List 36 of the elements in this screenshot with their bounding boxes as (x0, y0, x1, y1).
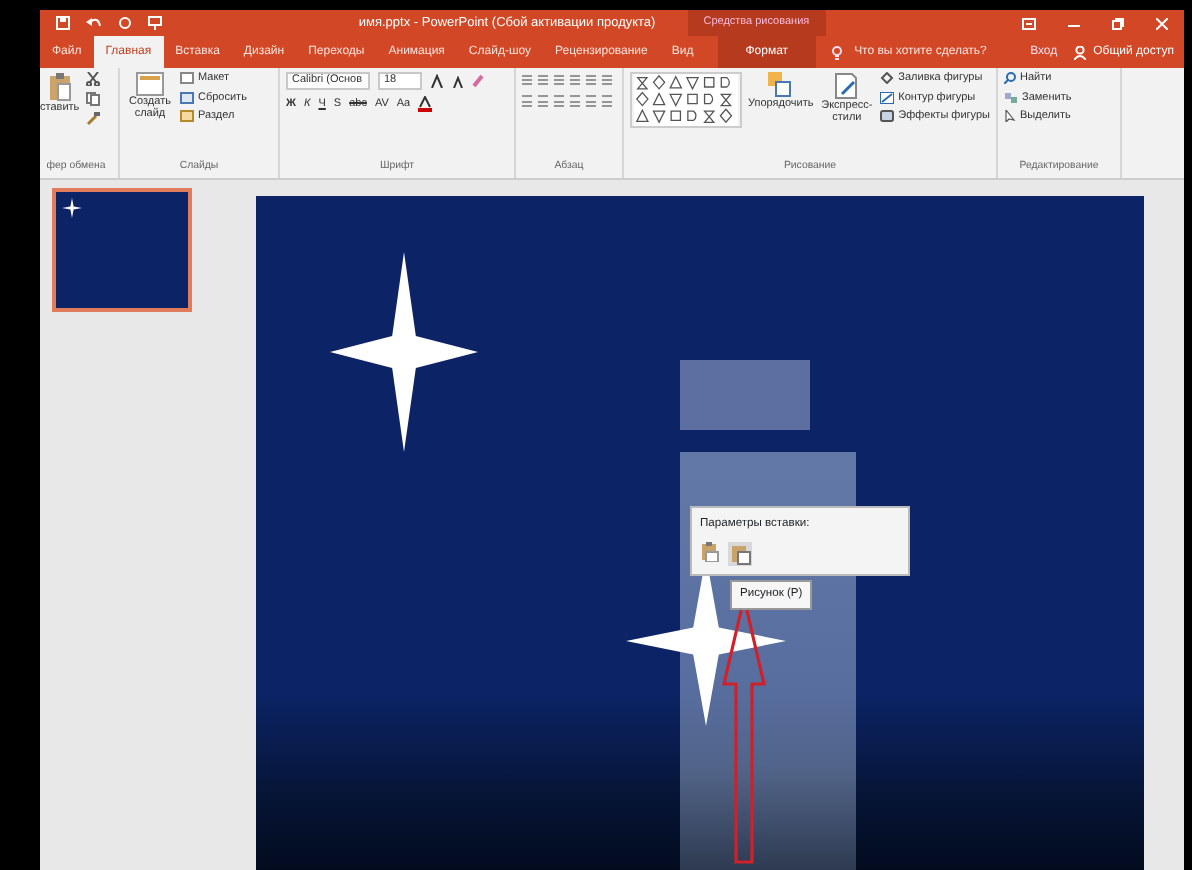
shapes-gallery[interactable] (630, 72, 742, 128)
paste-keep-icon[interactable] (700, 541, 720, 562)
align-buttons-drawing[interactable] (522, 94, 614, 110)
paint-bucket-icon (880, 72, 895, 85)
copy-icon[interactable] (85, 92, 100, 106)
clipboard-icon (47, 72, 72, 102)
save-icon[interactable] (56, 16, 70, 30)
effects-icon (880, 110, 895, 123)
scissors-icon[interactable] (85, 72, 100, 86)
layout-icon (180, 72, 194, 85)
clear-format-icon[interactable] (472, 74, 486, 88)
replace-icon (1004, 91, 1018, 104)
paste-picture-icon[interactable] (728, 541, 752, 566)
grow-font-icon[interactable] (430, 74, 444, 88)
ribbon-display-icon[interactable] (1022, 17, 1036, 29)
font-color-icon[interactable] (418, 96, 433, 113)
slide-icon (136, 72, 164, 96)
rectangle-shape (680, 360, 810, 430)
undo-icon[interactable] (86, 16, 102, 30)
restore-icon[interactable] (1112, 17, 1124, 29)
lightbulb-icon (832, 45, 843, 59)
search-icon (1004, 72, 1016, 85)
brush-icon[interactable] (85, 112, 100, 126)
slide-thumbnail[interactable] (52, 188, 192, 312)
star-shape (62, 198, 82, 218)
pencil-icon (880, 91, 895, 104)
arrange-icon (768, 72, 793, 98)
list-buttons-drawing[interactable] (522, 72, 614, 88)
slideshow-icon[interactable] (148, 16, 162, 30)
styles-icon (834, 72, 859, 100)
reset-icon (180, 91, 194, 104)
person-icon (1073, 45, 1086, 59)
cursor-icon (1004, 110, 1016, 123)
section-icon (180, 110, 194, 123)
close-icon[interactable] (1156, 17, 1168, 29)
shrink-font-icon[interactable] (452, 75, 464, 87)
